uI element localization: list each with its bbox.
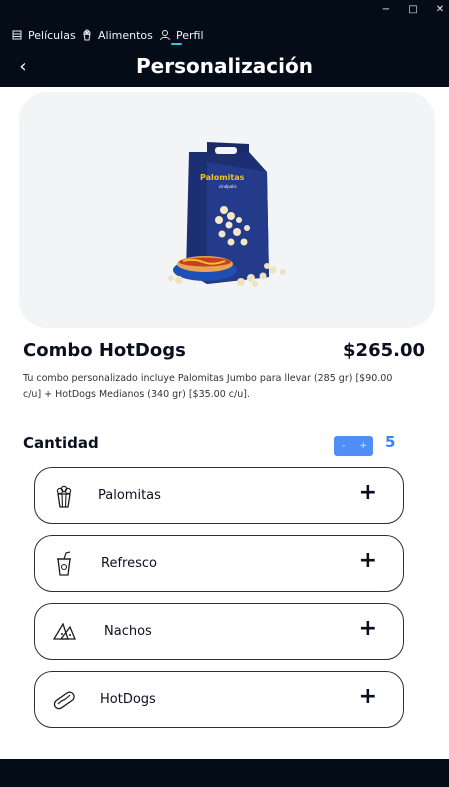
quantity-stepper[interactable]: - +: [334, 436, 373, 456]
nav-item-peliculas[interactable]: Películas: [11, 26, 76, 44]
nav-label: Alimentos: [98, 28, 153, 42]
page-header: ‹ Personalización: [0, 50, 449, 87]
increment-button[interactable]: +: [354, 436, 374, 456]
quantity-label: Cantidad: [23, 434, 99, 452]
svg-text:cinépolis: cinépolis: [219, 184, 237, 189]
quantity-value: 5: [385, 433, 396, 451]
product-name: Combo HotDogs: [23, 340, 186, 361]
extra-label: HotDogs: [100, 692, 156, 707]
popcorn-icon: [56, 485, 72, 508]
nav-label: Perfil: [176, 28, 204, 42]
drink-cup-icon: [57, 551, 71, 576]
nav-item-alimentos[interactable]: Alimentos: [81, 26, 153, 44]
window-titlebar: − □ ✕: [0, 0, 449, 20]
extra-label: Nachos: [104, 624, 152, 639]
close-button[interactable]: ✕: [426, 0, 449, 20]
product-description: Tu combo personalizado incluye Palomitas…: [23, 373, 393, 400]
nachos-icon: [52, 622, 76, 640]
minimize-button[interactable]: −: [372, 0, 400, 20]
extra-item-refresco[interactable]: Refresco +: [34, 535, 404, 592]
svg-text:Palomitas: Palomitas: [200, 173, 245, 182]
decrement-button[interactable]: -: [334, 436, 354, 456]
product-image-card: Palomitas cinépolis: [19, 92, 435, 328]
extra-label: Palomitas: [98, 488, 161, 503]
hotdog-icon: [53, 691, 75, 710]
add-button[interactable]: +: [359, 616, 377, 641]
nav-item-perfil[interactable]: Perfil: [159, 26, 204, 44]
extra-item-nachos[interactable]: Nachos +: [34, 603, 404, 660]
add-button[interactable]: +: [359, 548, 377, 573]
extra-item-hotdogs[interactable]: HotDogs +: [34, 671, 404, 728]
top-nav: Películas Alimentos Perfil: [0, 20, 449, 50]
user-icon: [160, 30, 170, 41]
nav-label: Películas: [28, 28, 76, 42]
maximize-button[interactable]: □: [399, 0, 427, 20]
film-icon: [12, 30, 22, 40]
combo-image: Palomitas cinépolis: [168, 142, 286, 287]
product-price: $265.00: [343, 340, 425, 361]
add-button[interactable]: +: [359, 684, 377, 709]
add-button[interactable]: +: [359, 480, 377, 505]
bottom-bar: [0, 759, 449, 787]
extra-label: Refresco: [101, 556, 157, 571]
extra-item-palomitas[interactable]: Palomitas +: [34, 467, 404, 524]
nav-active-indicator: [171, 43, 182, 45]
popcorn-icon: [83, 29, 91, 41]
page-title: Personalización: [135, 54, 313, 78]
